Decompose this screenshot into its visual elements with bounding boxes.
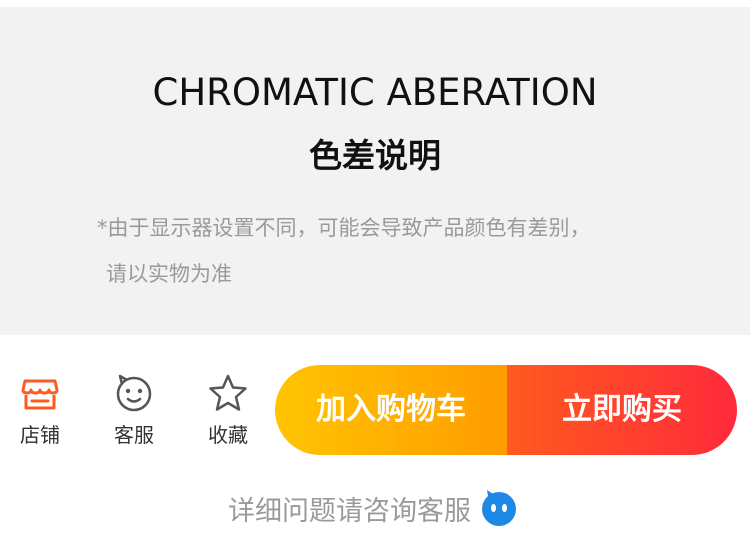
- notice-body: *由于显示器设置不同，可能会导致产品颜色有差别， 请以实物为准: [97, 205, 657, 297]
- favorite-label: 收藏: [208, 423, 248, 447]
- smiley-face-icon: [116, 374, 152, 412]
- notice-title-cn: 色差说明: [309, 136, 441, 175]
- store-icon: [21, 379, 59, 410]
- color-difference-notice: CHROMATIC ABERATION 色差说明 *由于显示器设置不同，可能会导…: [0, 7, 750, 335]
- help-text: 详细问题请咨询客服: [228, 495, 471, 527]
- add-to-cart-button[interactable]: 加入购物车: [275, 365, 507, 455]
- customer-service-button[interactable]: 客服: [104, 373, 164, 448]
- notice-body-line-1: *由于显示器设置不同，可能会导致产品颜色有差别，: [97, 216, 591, 240]
- star-outline-icon: [209, 374, 247, 411]
- favorite-button[interactable]: 收藏: [198, 373, 258, 448]
- chat-bubble-icon: [482, 490, 516, 526]
- service-label: 客服: [114, 423, 154, 447]
- notice-title-en: CHROMATIC ABERATION: [152, 71, 598, 114]
- notice-body-line-2: 请以实物为准: [106, 262, 232, 286]
- shop-button[interactable]: 店铺: [10, 373, 70, 448]
- help-contact[interactable]: 详细问题请咨询客服: [228, 488, 519, 528]
- bottom-action-bar: 店铺 客服 收藏 加入购物车 立即购买: [0, 365, 750, 455]
- buy-now-button[interactable]: 立即购买: [507, 365, 737, 455]
- shop-label: 店铺: [20, 423, 60, 447]
